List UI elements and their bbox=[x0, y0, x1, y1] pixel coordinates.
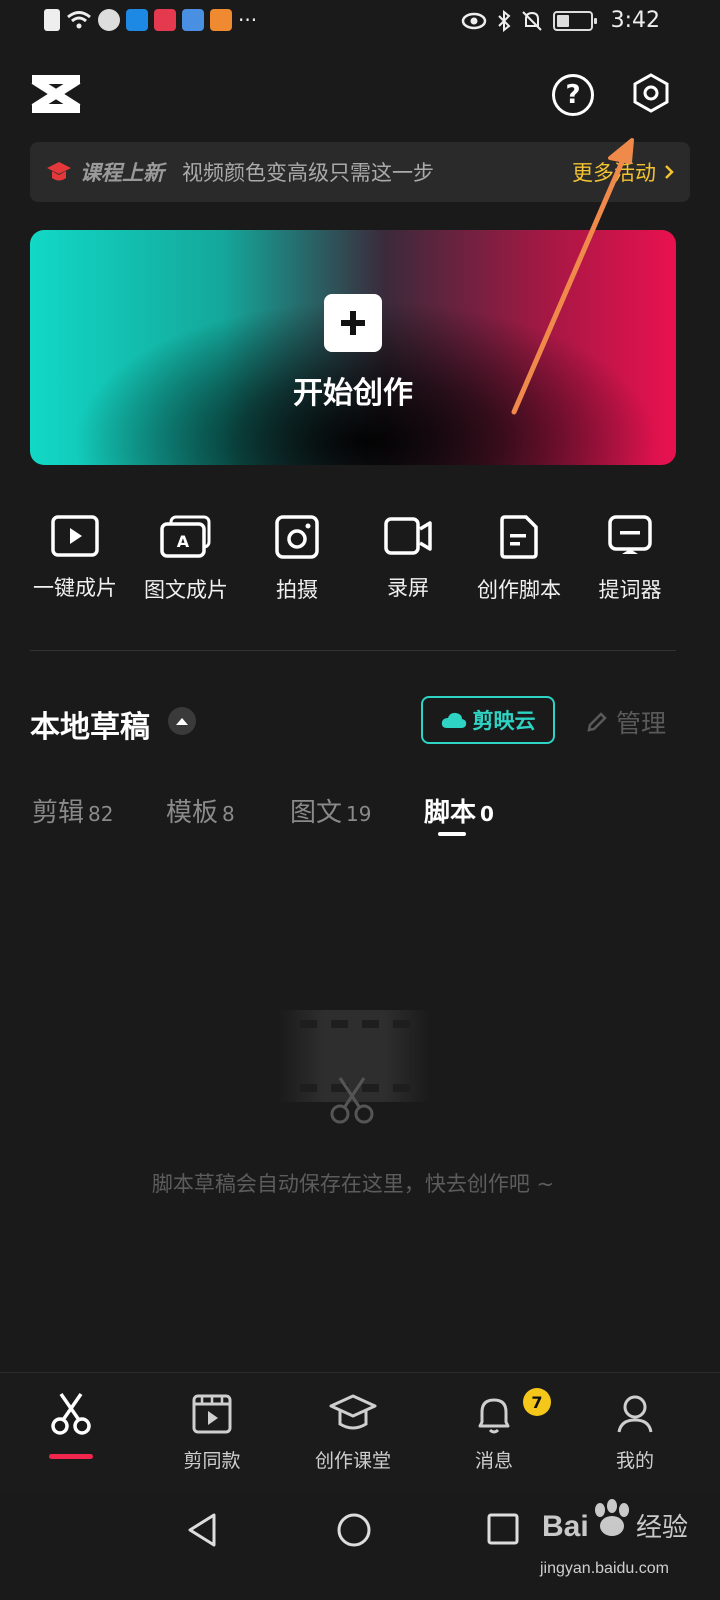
status-time: 3:42 bbox=[610, 8, 660, 33]
message-count-badge: 7 bbox=[523, 1388, 551, 1416]
play-icon bbox=[51, 515, 99, 557]
tab-image-text[interactable]: 图文 19 bbox=[290, 792, 371, 829]
collapse-drafts-button[interactable] bbox=[168, 707, 196, 735]
graduation-cap-icon bbox=[329, 1394, 377, 1430]
status-bar-right: 3:42 bbox=[461, 8, 660, 33]
nav-classroom[interactable]: 创作课堂 bbox=[293, 1392, 413, 1473]
pencil-icon bbox=[587, 712, 607, 732]
wifi-icon bbox=[67, 11, 91, 29]
caret-up-icon bbox=[176, 718, 188, 725]
nav-label: 我的 bbox=[615, 1450, 654, 1472]
start-create-card[interactable]: 开始创作 bbox=[30, 230, 676, 465]
cloud-button[interactable]: 剪映云 bbox=[421, 696, 555, 744]
app-icon bbox=[182, 9, 204, 31]
tab-edit[interactable]: 剪辑 82 bbox=[32, 792, 113, 829]
help-button[interactable]: ? bbox=[552, 74, 594, 116]
course-banner[interactable]: 课程上新 视频颜色变高级只需这一步 更多活动 bbox=[30, 142, 690, 202]
tool-one-click-video[interactable]: 一键成片 bbox=[20, 514, 130, 602]
active-tab-indicator bbox=[438, 832, 466, 836]
user-icon bbox=[617, 1395, 653, 1433]
tool-label: 提词器 bbox=[598, 578, 662, 602]
empty-state-text: 脚本草稿会自动保存在这里，快去创作吧 ~ bbox=[151, 1172, 555, 1196]
plus-icon bbox=[324, 294, 382, 352]
drafts-title: 本地草稿 bbox=[30, 710, 150, 745]
app-icon bbox=[154, 9, 176, 31]
chevron-right-icon bbox=[665, 165, 674, 179]
battery-icon bbox=[552, 10, 597, 31]
tab-count: 82 bbox=[88, 802, 114, 826]
screen-record-icon bbox=[384, 517, 432, 555]
banner-message: 视频颜色变高级只需这一步 bbox=[182, 161, 434, 185]
tab-label: 剪辑 bbox=[32, 798, 85, 828]
tool-camera[interactable]: 拍摄 bbox=[242, 514, 352, 604]
more-activities-label: 更多活动 bbox=[572, 161, 656, 185]
banner-tag: 课程上新 bbox=[80, 161, 164, 185]
teleprompter-icon bbox=[608, 515, 652, 554]
bell-icon bbox=[478, 1398, 510, 1434]
capcut-logo bbox=[31, 75, 81, 113]
nav-label: 创作课堂 bbox=[314, 1450, 391, 1472]
tab-label: 脚本 bbox=[424, 798, 477, 828]
tool-screen-record[interactable]: 录屏 bbox=[353, 514, 463, 602]
divider bbox=[30, 650, 676, 651]
camera-icon bbox=[275, 515, 319, 559]
manage-label: 管理 bbox=[616, 709, 667, 738]
scissors-icon bbox=[51, 1393, 91, 1435]
back-icon[interactable] bbox=[186, 1512, 220, 1548]
tab-count: 19 bbox=[346, 802, 372, 826]
tab-count: 8 bbox=[222, 802, 235, 826]
svg-text:Bai: Bai bbox=[542, 1510, 589, 1543]
tool-label: 图文成片 bbox=[144, 578, 228, 602]
text-to-video-icon: A bbox=[160, 515, 211, 558]
more-activities-link[interactable]: 更多活动 bbox=[572, 157, 674, 187]
start-create-label: 开始创作 bbox=[293, 376, 413, 411]
mute-icon bbox=[521, 10, 542, 31]
cloud-icon bbox=[441, 712, 466, 728]
tool-teleprompter[interactable]: 提词器 bbox=[575, 514, 685, 604]
template-icon bbox=[192, 1394, 232, 1434]
svg-text:经验: 经验 bbox=[636, 1513, 688, 1543]
cloud-label: 剪映云 bbox=[472, 709, 536, 733]
tool-label: 拍摄 bbox=[276, 578, 318, 602]
tool-label: 一键成片 bbox=[33, 576, 117, 600]
tab-label: 图文 bbox=[290, 798, 343, 828]
tab-label: 模板 bbox=[166, 798, 219, 828]
nav-active-indicator bbox=[49, 1454, 93, 1459]
app-icon bbox=[98, 9, 120, 31]
tool-label: 创作脚本 bbox=[477, 578, 561, 602]
script-icon bbox=[500, 515, 538, 559]
tool-label: 录屏 bbox=[387, 576, 429, 600]
nav-profile[interactable]: 我的 bbox=[575, 1392, 695, 1473]
settings-button[interactable] bbox=[630, 72, 672, 114]
bluetooth-icon bbox=[497, 9, 511, 32]
nav-edit[interactable] bbox=[11, 1392, 131, 1436]
tool-text-to-video[interactable]: A 图文成片 bbox=[131, 514, 241, 604]
eye-icon bbox=[461, 12, 486, 29]
home-icon[interactable] bbox=[336, 1512, 372, 1548]
more-notifications: ··· bbox=[238, 8, 258, 32]
tab-script[interactable]: 脚本 0 bbox=[424, 792, 494, 829]
gear-icon bbox=[633, 73, 669, 113]
tab-count: 0 bbox=[480, 802, 494, 826]
tool-script[interactable]: 创作脚本 bbox=[464, 514, 574, 604]
recents-icon[interactable] bbox=[486, 1512, 520, 1546]
manage-button[interactable]: 管理 bbox=[586, 704, 666, 740]
help-label: ? bbox=[565, 80, 581, 110]
nav-label: 消息 bbox=[474, 1450, 513, 1472]
app-icon bbox=[126, 9, 148, 31]
graduation-cap-icon bbox=[47, 162, 71, 181]
status-bar: ··· 3:42 bbox=[0, 0, 720, 48]
alert-icon bbox=[44, 9, 60, 31]
film-holes bbox=[300, 1020, 410, 1028]
tab-template[interactable]: 模板 8 bbox=[166, 792, 235, 829]
svg-text:A: A bbox=[177, 532, 190, 551]
watermark-url: jingyan.baidu.com bbox=[540, 1560, 669, 1577]
empty-scissors-icon bbox=[330, 1077, 374, 1124]
nav-template[interactable]: 剪同款 bbox=[152, 1392, 272, 1473]
status-bar-left: ··· bbox=[44, 8, 257, 32]
nav-label: 剪同款 bbox=[183, 1450, 241, 1472]
app-icon bbox=[210, 9, 232, 31]
